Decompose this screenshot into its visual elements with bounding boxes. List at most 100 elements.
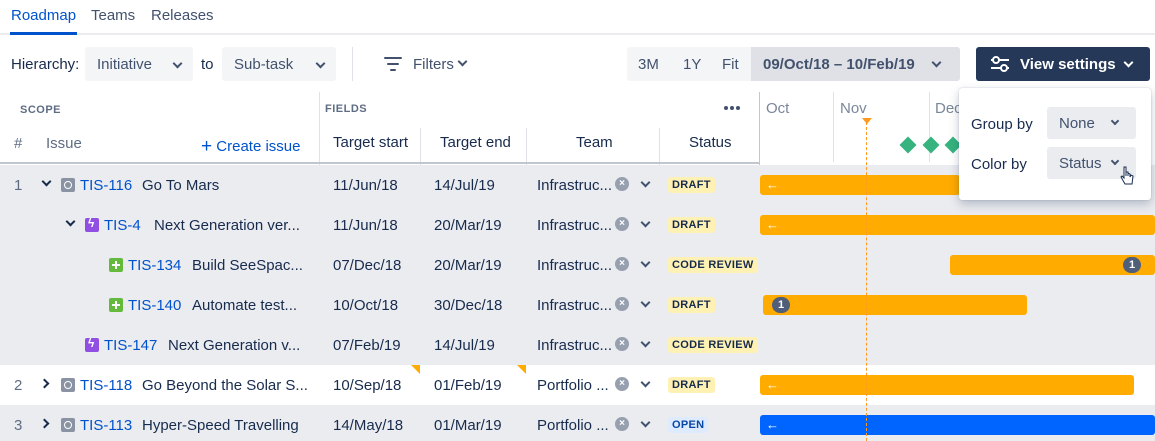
target-start-value[interactable]: 07/Dec/18 — [333, 257, 401, 274]
chevron-down-icon[interactable] — [640, 297, 651, 308]
top-tabs: Roadmap Teams Releases — [0, 0, 1155, 35]
target-end-value[interactable]: 20/Mar/19 — [434, 217, 502, 234]
filters-label: Filters — [413, 56, 454, 73]
timeline-bar[interactable]: ← — [760, 175, 960, 195]
range-1y-button[interactable]: 1Y — [683, 56, 701, 73]
clear-icon[interactable]: × — [615, 417, 629, 431]
tab-roadmap[interactable]: Roadmap — [11, 7, 76, 24]
story-type-icon — [109, 258, 123, 272]
team-value[interactable]: Infrastruc... — [537, 297, 612, 314]
team-value[interactable]: Infrastruc... — [537, 257, 612, 274]
range-3m-button[interactable]: 3M — [638, 56, 659, 73]
month-gridline — [833, 92, 834, 162]
table-row[interactable]: TIS-4 Next Generation ver... 11/Jun/18 20/M… — [0, 205, 1155, 245]
target-start-value[interactable]: 11/Jun/18 — [333, 177, 398, 194]
issue-key-link[interactable]: TIS-4 — [104, 217, 141, 234]
story-type-icon — [109, 298, 123, 312]
chevron-right-icon[interactable] — [39, 378, 50, 389]
timeline-bar[interactable]: ← — [760, 375, 1134, 395]
target-start-value[interactable]: 11/Jun/18 — [333, 217, 398, 234]
team-header[interactable]: Team — [576, 134, 613, 151]
to-label: to — [201, 56, 214, 73]
issue-key-link[interactable]: TIS-118 — [80, 377, 132, 394]
chevron-down-icon[interactable] — [41, 176, 52, 187]
create-issue-button[interactable]: + Create issue — [201, 135, 301, 157]
issue-key-link[interactable]: TIS-140 — [128, 297, 181, 314]
issue-title: Hyper-Speed Travelling — [142, 417, 299, 434]
status-lozenge[interactable]: CODE REVIEW — [668, 337, 758, 353]
chevron-down-icon[interactable] — [640, 217, 651, 228]
chevron-right-icon[interactable] — [39, 418, 50, 429]
team-value[interactable]: Portfolio ... — [537, 377, 609, 394]
issue-key-link[interactable]: TIS-116 — [80, 177, 132, 194]
issue-title: Next Generation ver... — [154, 217, 300, 234]
hierarchy-from-select[interactable]: Initiative — [85, 47, 193, 81]
table-row[interactable]: 3 TIS-113 Hyper-Speed Travelling 14/May/18 0… — [0, 405, 1155, 441]
target-start-header[interactable]: Target start — [333, 134, 408, 151]
chevron-down-icon[interactable] — [65, 216, 76, 227]
table-row[interactable]: TIS-134 Build SeeSpac... 07/Dec/18 20/Mar/1… — [0, 245, 1155, 285]
chevron-down-icon[interactable] — [640, 257, 651, 268]
clear-icon[interactable]: × — [615, 297, 629, 311]
chevron-down-icon[interactable] — [640, 177, 651, 188]
chevron-down-icon[interactable] — [640, 377, 651, 388]
team-value[interactable]: Infrastruc... — [537, 177, 612, 194]
tab-releases[interactable]: Releases — [151, 7, 214, 24]
target-end-value[interactable]: 20/Mar/19 — [434, 257, 502, 274]
issue-key-link[interactable]: TIS-134 — [128, 257, 181, 274]
status-lozenge[interactable]: DRAFT — [668, 297, 715, 313]
color-by-label: Color by — [971, 156, 1027, 173]
target-end-value[interactable]: 14/Jul/19 — [434, 337, 495, 354]
clear-icon[interactable]: × — [615, 377, 629, 391]
target-end-header[interactable]: Target end — [440, 134, 511, 151]
clear-icon[interactable]: × — [615, 257, 629, 271]
status-lozenge[interactable]: OPEN — [668, 417, 709, 433]
sliders-icon — [991, 56, 1009, 72]
status-lozenge[interactable]: CODE REVIEW — [668, 257, 758, 273]
table-row[interactable]: TIS-140 Automate test... 10/Oct/18 30/Dec/1… — [0, 285, 1155, 325]
status-header[interactable]: Status — [689, 134, 732, 151]
row-number: 2 — [14, 377, 23, 394]
target-end-value[interactable]: 01/Feb/19 — [434, 377, 502, 394]
target-end-value[interactable]: 14/Jul/19 — [434, 177, 495, 194]
date-range-value: 09/Oct/18 – 10/Feb/19 — [763, 56, 915, 73]
target-end-value[interactable]: 30/Dec/18 — [434, 297, 502, 314]
status-lozenge[interactable]: DRAFT — [668, 377, 715, 393]
group-by-select[interactable]: None — [1047, 107, 1136, 139]
target-start-value[interactable]: 14/May/18 — [333, 417, 403, 434]
team-value[interactable]: Portfolio ... — [537, 417, 609, 434]
group-by-label: Group by — [971, 116, 1033, 133]
clear-icon[interactable]: × — [615, 337, 629, 351]
timeline-bar[interactable]: 1 — [763, 295, 1027, 315]
clear-icon[interactable]: × — [615, 177, 629, 191]
tab-teams[interactable]: Teams — [91, 7, 135, 24]
target-start-value[interactable]: 10/Oct/18 — [333, 297, 398, 314]
status-lozenge[interactable]: DRAFT — [668, 177, 715, 193]
timeline-bar[interactable]: 1 — [950, 255, 1155, 275]
timeline-bar[interactable]: ← — [760, 415, 1155, 435]
view-settings-button[interactable]: View settings — [976, 47, 1150, 81]
status-lozenge[interactable]: DRAFT — [668, 217, 715, 233]
issue-key-link[interactable]: TIS-147 — [104, 337, 157, 354]
date-range-picker[interactable]: 09/Oct/18 – 10/Feb/19 — [751, 47, 960, 81]
range-fit-button[interactable]: Fit — [722, 56, 739, 73]
color-by-value: Status — [1059, 155, 1102, 172]
target-start-value[interactable]: 07/Feb/19 — [333, 337, 401, 354]
target-start-value[interactable]: 10/Sep/18 — [333, 377, 401, 394]
timeline-bar[interactable]: ← — [760, 215, 1155, 235]
chevron-down-icon[interactable] — [640, 337, 651, 348]
arrow-left-icon: ← — [766, 217, 779, 232]
table-row[interactable]: 2 TIS-118 Go Beyond the Solar S... 10/Sep/1… — [0, 365, 1155, 405]
view-settings-label: View settings — [1020, 56, 1116, 73]
dependency-badge[interactable]: 1 — [1123, 257, 1141, 273]
issue-title: Next Generation v... — [168, 337, 301, 354]
team-value[interactable]: Infrastruc... — [537, 337, 612, 354]
hierarchy-to-select[interactable]: Sub-task — [222, 47, 336, 81]
team-value[interactable]: Infrastruc... — [537, 217, 612, 234]
target-end-value[interactable]: 01/Mar/19 — [434, 417, 502, 434]
chevron-down-icon[interactable] — [640, 417, 651, 428]
dependency-badge[interactable]: 1 — [772, 297, 790, 313]
issue-key-link[interactable]: TIS-113 — [80, 417, 132, 434]
table-row[interactable]: TIS-147 Next Generation v... 07/Feb/19 14/J… — [0, 325, 1155, 365]
clear-icon[interactable]: × — [615, 217, 629, 231]
